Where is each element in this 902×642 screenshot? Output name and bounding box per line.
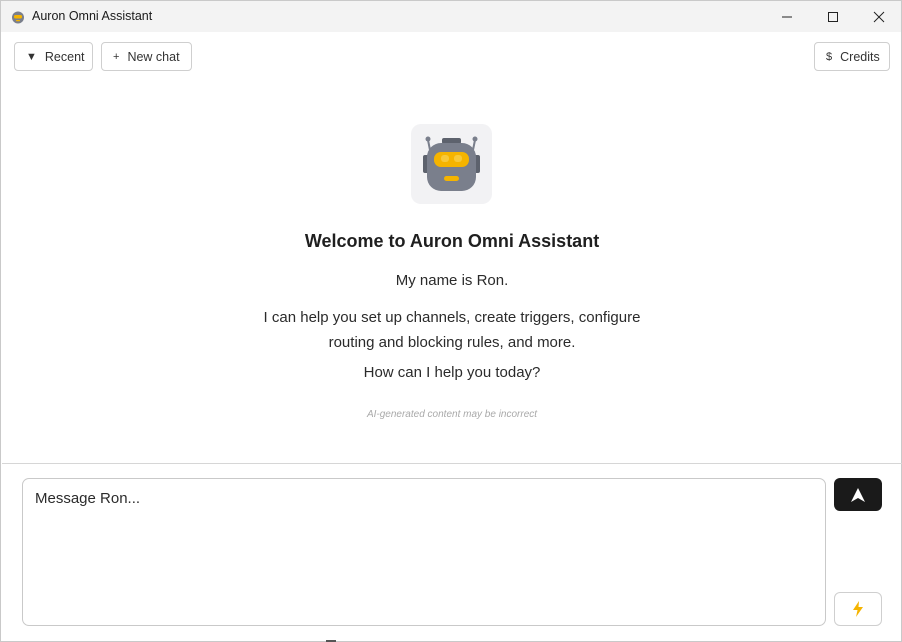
credits-label: Credits [840, 49, 880, 64]
lightning-icon [853, 601, 863, 617]
plus-icon: + [113, 50, 120, 63]
welcome-title: Welcome to Auron Omni Assistant [304, 231, 600, 251]
dollar-icon: $ [826, 50, 833, 63]
minimize-icon [782, 16, 792, 17]
minimize-button[interactable] [764, 1, 810, 32]
message-input[interactable]: Message Ron... [22, 478, 826, 626]
ai-disclaimer: AI-generated content may be incorrect [366, 409, 538, 420]
intro-name: My name is Ron. [395, 272, 509, 289]
composer-divider [2, 463, 902, 464]
maximize-icon [828, 11, 838, 22]
send-arrow-icon [851, 487, 865, 502]
message-placeholder: Message Ron... [35, 490, 141, 507]
title-bar: Auron Omni Assistant [1, 1, 901, 32]
close-button[interactable] [856, 1, 902, 32]
maximize-button[interactable] [810, 1, 856, 32]
assistant-avatar [411, 124, 492, 204]
new-chat-label: New chat [127, 49, 180, 64]
intro-question: How can I help you today? [363, 364, 541, 381]
assistant-window: Auron Omni Assistant ▼ Recent + New chat… [0, 0, 902, 642]
caret-down-icon: ▼ [26, 50, 37, 63]
quick-actions-button[interactable] [834, 592, 882, 626]
recent-label: Recent [44, 49, 85, 64]
intro-help: I can help you set up channels, create t… [263, 309, 641, 351]
credits-button[interactable]: $ Credits [814, 42, 890, 71]
recent-button[interactable]: ▼ Recent [14, 42, 93, 71]
send-button[interactable] [834, 478, 882, 511]
new-chat-button[interactable]: + New chat [101, 42, 192, 71]
app-robot-icon [12, 11, 24, 24]
close-icon [873, 11, 885, 22]
robot-icon [423, 136, 480, 191]
window-title: Auron Omni Assistant [32, 9, 153, 23]
